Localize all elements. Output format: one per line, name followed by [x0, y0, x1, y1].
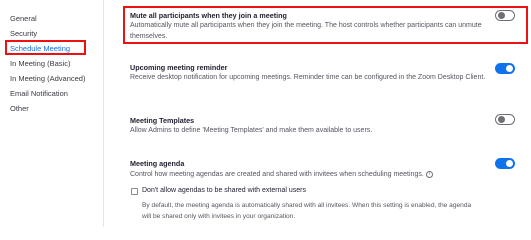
external-share-description: By default, the meeting agenda is automa…: [142, 202, 472, 220]
sidebar-highlight-box: [5, 40, 86, 55]
meeting-templates-description: Allow Admins to define 'Meeting Template…: [130, 127, 373, 134]
external-share-checkbox[interactable]: [131, 188, 138, 195]
meeting-reminder-title: Upcoming meeting reminder: [130, 63, 228, 72]
toggle-knob: [506, 160, 513, 167]
toggle-knob: [506, 65, 513, 72]
meeting-agenda-title: Meeting agenda: [130, 159, 185, 168]
settings-sidebar: General Security Schedule Meeting In Mee…: [0, 0, 104, 227]
meeting-templates-title: Meeting Templates: [130, 116, 195, 125]
sidebar-item-security[interactable]: Security: [10, 29, 37, 38]
mute-participants-title: Mute all participants when they join a m…: [130, 11, 287, 20]
settings-main: Mute all participants when they join a m…: [104, 0, 531, 227]
toggle-knob: [497, 115, 505, 123]
mute-participants-toggle[interactable]: [495, 10, 515, 21]
sidebar-item-other[interactable]: Other: [10, 104, 29, 113]
sidebar-item-general[interactable]: General: [10, 14, 37, 23]
mute-participants-description: Automatically mute all participants when…: [130, 22, 482, 40]
meeting-agenda-description-row: Control how meeting agendas are created …: [130, 170, 490, 181]
sidebar-item-in-meeting-basic[interactable]: In Meeting (Basic): [10, 59, 70, 68]
meeting-agenda-description: Control how meeting agendas are created …: [130, 171, 424, 178]
sidebar-item-email-notification[interactable]: Email Notification: [10, 89, 68, 98]
meeting-templates-toggle[interactable]: [495, 114, 515, 125]
meeting-agenda-toggle[interactable]: [495, 158, 515, 169]
external-share-label[interactable]: Don't allow agendas to be shared with ex…: [142, 187, 306, 194]
toggle-knob: [497, 11, 505, 19]
sidebar-item-in-meeting-advanced[interactable]: In Meeting (Advanced): [10, 74, 85, 83]
meeting-reminder-description: Receive desktop notification for upcomin…: [130, 74, 486, 81]
meeting-reminder-toggle[interactable]: [495, 63, 515, 74]
info-icon[interactable]: i: [425, 170, 433, 178]
